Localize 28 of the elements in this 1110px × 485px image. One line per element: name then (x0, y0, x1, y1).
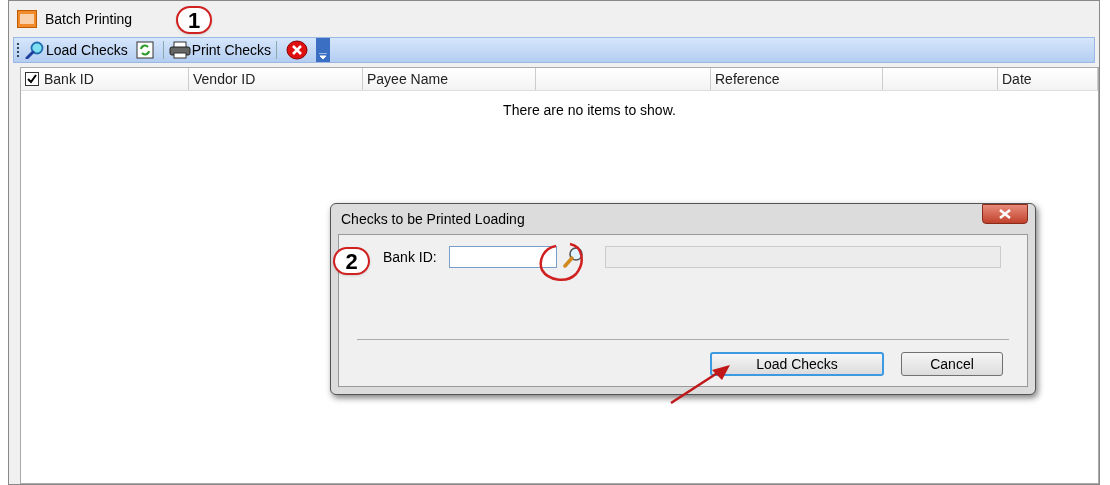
column-header[interactable]: Payee Name (367, 68, 448, 90)
app-logo-icon (17, 10, 37, 28)
pointer-arrow (668, 362, 732, 406)
grip-icon (17, 43, 20, 57)
column-header[interactable]: Vendor ID (193, 68, 256, 90)
close-button[interactable] (982, 204, 1028, 224)
dialog-button[interactable]: Cancel (901, 352, 1003, 376)
window-title: Batch Printing (45, 9, 133, 29)
checkmark-icon (27, 74, 37, 84)
select-all-checkbox[interactable] (25, 72, 39, 86)
bank-id-field[interactable] (448, 246, 557, 268)
printer-icon (168, 41, 191, 59)
magnifier-icon (25, 41, 45, 59)
chevron-icon (319, 53, 328, 60)
magnifier-icon[interactable] (562, 246, 585, 268)
column-header[interactable]: Bank ID (44, 68, 94, 90)
column-header[interactable]: Date (1002, 68, 1032, 90)
dialog-button[interactable]: Load Checks (710, 352, 884, 376)
refresh-icon[interactable] (135, 41, 154, 59)
toolbar-button[interactable]: Print Checks (166, 39, 274, 61)
close-icon (999, 209, 1011, 219)
close-icon[interactable] (286, 40, 309, 60)
field-label: Bank ID: (383, 247, 437, 267)
empty-message: There are no items to show. (503, 101, 676, 120)
toolbar-button[interactable]: Load Checks (23, 39, 130, 61)
column-header[interactable]: Reference (715, 68, 780, 90)
overflow-chevron[interactable] (316, 38, 331, 62)
dialog-title: Checks to be Printed Loading (341, 209, 525, 229)
